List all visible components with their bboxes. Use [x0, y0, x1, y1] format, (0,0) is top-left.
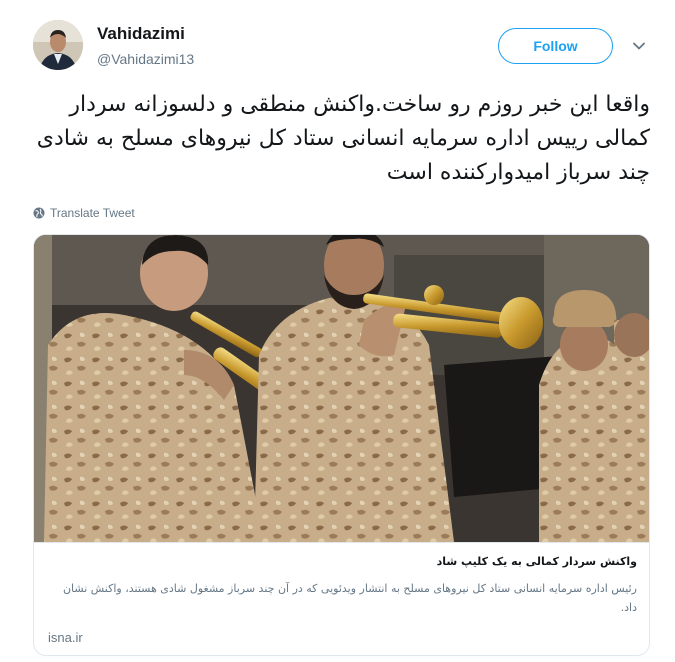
tweet-header: Vahidazimi @Vahidazimi13 Follow: [33, 18, 653, 78]
follow-button[interactable]: Follow: [498, 28, 613, 64]
globe-icon: [33, 207, 45, 219]
user-display-name[interactable]: Vahidazimi: [97, 24, 185, 44]
card-domain: isna.ir: [48, 630, 83, 645]
user-handle[interactable]: @Vahidazimi13: [97, 51, 194, 67]
card-body[interactable]: واکنش سردار کمالی به یک کلیپ شاد رئیس اد…: [34, 542, 649, 655]
chevron-down-icon[interactable]: [631, 38, 647, 54]
tweet-text: واقعا این خبر روزم رو ساخت.واکنش منطقی و…: [36, 92, 650, 185]
translate-tweet-link[interactable]: Translate Tweet: [33, 206, 135, 220]
card-title[interactable]: واکنش سردار کمالی به یک کلیپ شاد: [48, 553, 637, 571]
link-card[interactable]: واکنش سردار کمالی به یک کلیپ شاد رئیس اد…: [33, 234, 650, 656]
card-image[interactable]: [34, 235, 649, 542]
card-description: رئیس اداره سرمایه انسانی ستاد کل نیروهای…: [62, 582, 637, 614]
avatar[interactable]: [33, 20, 83, 70]
translate-tweet-label: Translate Tweet: [50, 206, 135, 220]
